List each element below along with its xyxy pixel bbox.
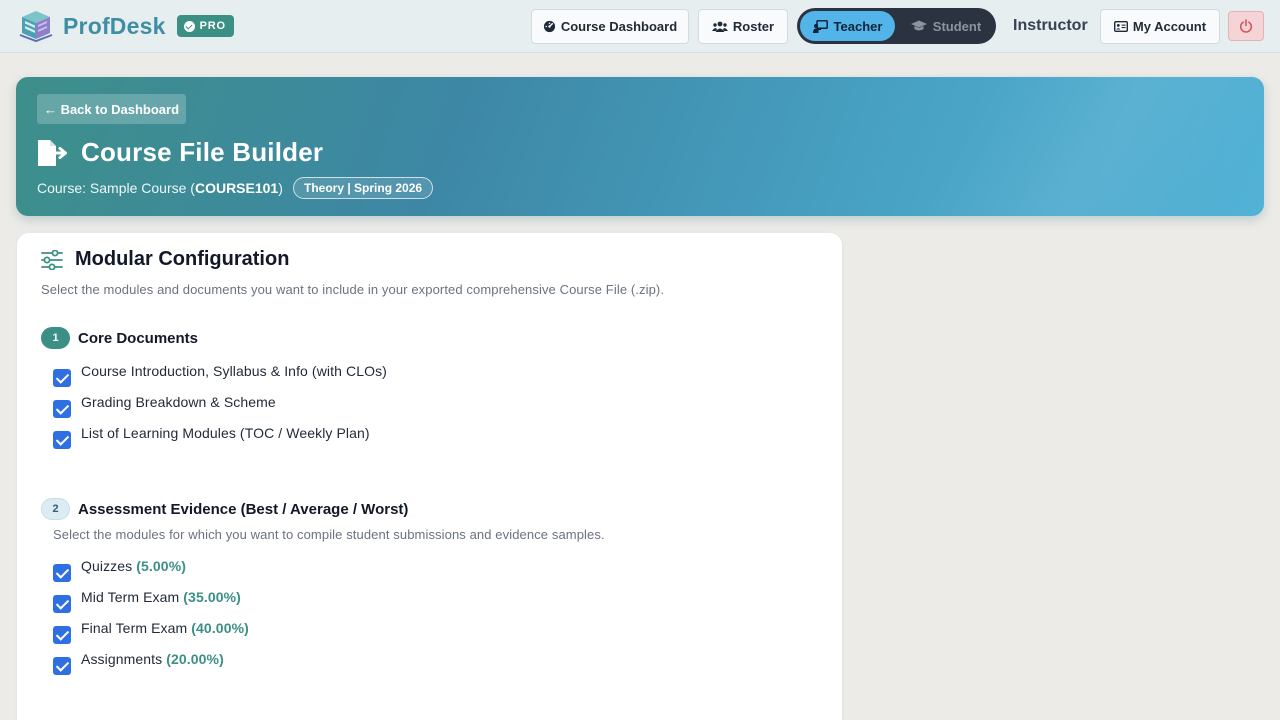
power-icon	[1239, 19, 1253, 33]
users-icon	[711, 21, 728, 32]
page-header-banner: ← Back to Dashboard Course File Builder …	[16, 77, 1264, 216]
assessment-evidence-description: Select the modules for which you want to…	[53, 527, 605, 542]
checkbox-checked[interactable]	[53, 431, 71, 449]
module-weight: (5.00%)	[136, 558, 187, 574]
checkbox-label: List of Learning Modules (TOC / Weekly P…	[81, 425, 370, 441]
section-description: Select the modules and documents you wan…	[41, 282, 665, 297]
check-circle-icon	[183, 20, 195, 32]
brand[interactable]: ProfDesk PRO	[18, 9, 234, 43]
checkbox-row-grading-breakdown[interactable]: Grading Breakdown & Scheme	[53, 394, 276, 418]
id-card-icon	[1113, 21, 1128, 32]
checkbox-label: Final Term Exam (40.00%)	[81, 620, 249, 636]
term-badge: Theory | Spring 2026	[293, 177, 434, 199]
checkbox-checked[interactable]	[53, 595, 71, 613]
roster-label: Roster	[732, 19, 775, 34]
checkbox-label: Quizzes (5.00%)	[81, 558, 186, 574]
file-export-icon	[38, 140, 67, 166]
role-teacher-option[interactable]: Teacher	[800, 11, 895, 41]
course-prefix: Course: Sample Course (	[37, 180, 195, 196]
step-badge-2: 2	[41, 498, 70, 520]
back-to-dashboard-button[interactable]: ← Back to Dashboard	[37, 94, 186, 124]
course-code: COURSE101	[194, 180, 279, 196]
checkbox-label: Mid Term Exam (35.00%)	[81, 589, 241, 605]
user-role-label: Instructor	[1013, 17, 1088, 34]
modular-configuration-card: Modular Configuration Select the modules…	[17, 233, 842, 720]
role-toggle: Teacher Student	[797, 8, 996, 44]
module-name: Assignments	[81, 651, 163, 667]
checkbox-row-learning-modules[interactable]: List of Learning Modules (TOC / Weekly P…	[53, 425, 370, 449]
sliders-icon	[41, 250, 63, 270]
page-title: Course File Builder	[81, 137, 324, 167]
top-navbar: ProfDesk PRO Course Dashboard Roster Tea…	[0, 0, 1280, 53]
checkbox-checked[interactable]	[53, 369, 71, 387]
checkbox-row-mid-term-exam[interactable]: Mid Term Exam (35.00%)	[53, 589, 241, 613]
core-documents-title: Core Documents	[78, 330, 199, 347]
checkbox-checked[interactable]	[53, 400, 71, 418]
role-teacher-label: Teacher	[833, 18, 883, 34]
module-name: Final Term Exam	[81, 620, 188, 636]
roster-button[interactable]: Roster	[698, 9, 788, 44]
course-suffix: )	[278, 180, 283, 196]
module-weight: (35.00%)	[183, 589, 241, 605]
checkbox-row-final-term-exam[interactable]: Final Term Exam (40.00%)	[53, 620, 249, 644]
checkbox-checked[interactable]	[53, 657, 71, 675]
module-weight: (20.00%)	[166, 651, 224, 667]
checkbox-row-quizzes[interactable]: Quizzes (5.00%)	[53, 558, 186, 582]
app-name: ProfDesk	[63, 12, 166, 39]
books-logo-icon	[19, 11, 53, 43]
my-account-label: My Account	[1132, 19, 1207, 34]
module-name: Mid Term Exam	[81, 589, 180, 605]
checkbox-checked[interactable]	[53, 626, 71, 644]
checkbox-checked[interactable]	[53, 564, 71, 582]
role-student-option[interactable]: Student	[900, 11, 992, 41]
module-name: Quizzes	[81, 558, 133, 574]
chalkboard-teacher-icon	[812, 19, 828, 33]
assessment-evidence-title: Assessment Evidence (Best / Average / Wo…	[78, 501, 409, 518]
checkbox-label: Grading Breakdown & Scheme	[81, 394, 276, 410]
graduation-cap-icon	[910, 20, 927, 31]
checkbox-label: Assignments (20.00%)	[81, 651, 224, 667]
gauge-icon	[543, 20, 555, 33]
checkbox-row-course-intro[interactable]: Course Introduction, Syllabus & Info (wi…	[53, 363, 387, 387]
course-dashboard-button[interactable]: Course Dashboard	[531, 9, 689, 44]
course-info: Course: Sample Course (COURSE101)	[37, 180, 283, 196]
section-heading: Modular Configuration	[75, 248, 290, 270]
checkbox-label: Course Introduction, Syllabus & Info (wi…	[81, 363, 387, 379]
my-account-button[interactable]: My Account	[1100, 9, 1220, 44]
course-dashboard-label: Course Dashboard	[560, 19, 678, 34]
module-weight: (40.00%)	[191, 620, 249, 636]
pro-badge-label: PRO	[199, 20, 226, 32]
role-student-label: Student	[932, 18, 982, 34]
step-badge-1: 1	[41, 327, 70, 349]
logout-button[interactable]	[1228, 11, 1264, 41]
pro-badge: PRO	[176, 15, 234, 37]
checkbox-row-assignments[interactable]: Assignments (20.00%)	[53, 651, 224, 675]
